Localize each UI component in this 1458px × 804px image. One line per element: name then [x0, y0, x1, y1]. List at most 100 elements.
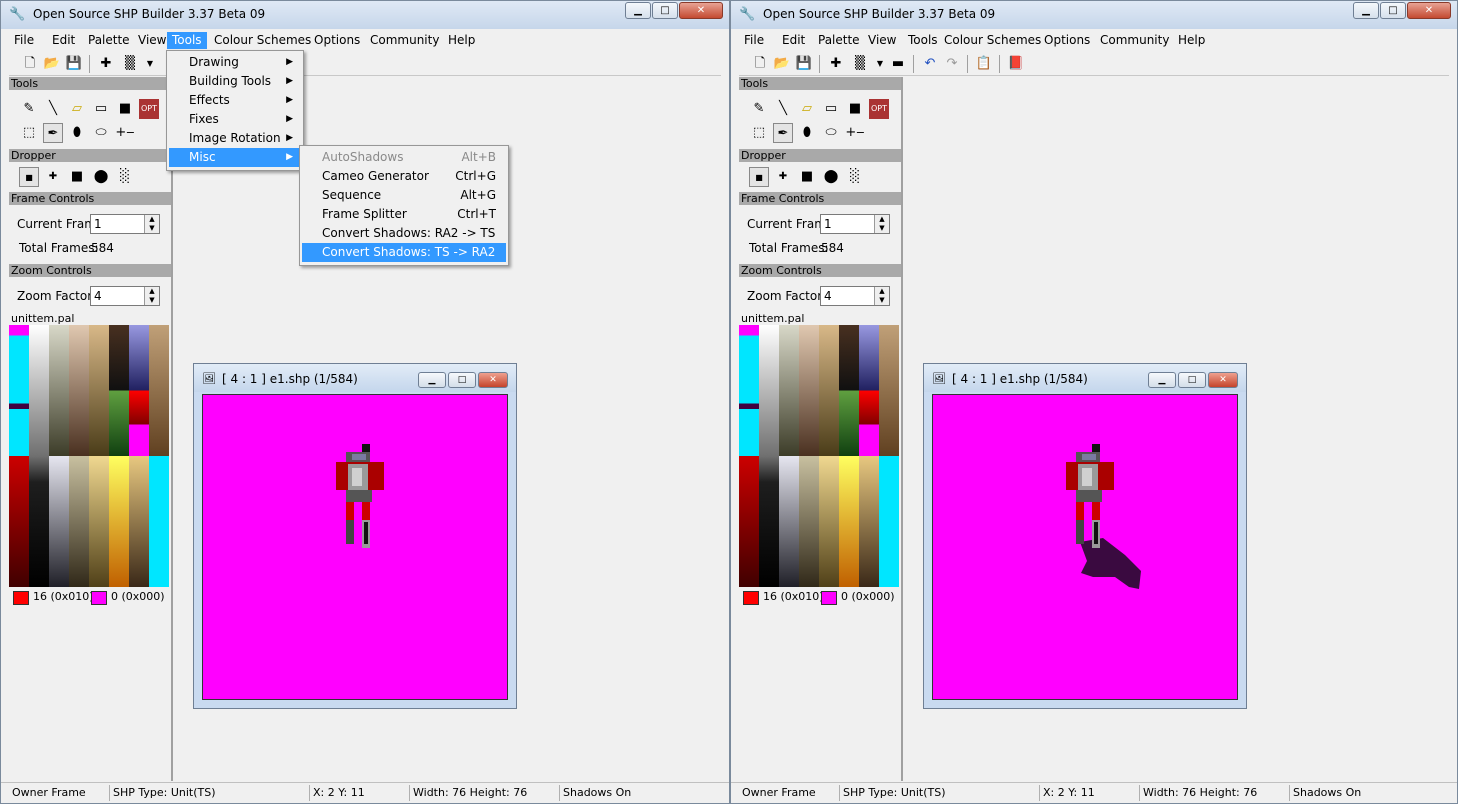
menu-help[interactable]: Help: [1173, 32, 1210, 49]
zoom-factor-spinner[interactable]: 4 ▲ ▼: [820, 286, 890, 306]
open-folder-icon[interactable]: 📂: [773, 55, 791, 73]
title-bar[interactable]: 🔧 Open Source SHP Builder 3.37 Beta 09 ▁…: [731, 1, 1457, 29]
eraser-tool-icon[interactable]: ▱: [67, 99, 87, 119]
menu-file[interactable]: File: [739, 32, 769, 49]
menu-tools[interactable]: Tools: [167, 32, 207, 49]
rectangle-tool-icon[interactable]: ▭: [91, 99, 111, 119]
dropper-tool-icon[interactable]: ✒: [773, 123, 793, 143]
help-book-icon[interactable]: 📕: [1007, 55, 1025, 73]
menu-help[interactable]: Help: [443, 32, 480, 49]
maximize-button[interactable]: □: [1380, 2, 1406, 19]
maximize-button[interactable]: □: [652, 2, 678, 19]
menu-item-convert-ts-to-ra2[interactable]: Convert Shadows: TS -> RA2: [302, 243, 506, 262]
menu-item-sequence[interactable]: Sequence Alt+G: [302, 186, 506, 205]
rectangle-tool-icon[interactable]: ▭: [821, 99, 841, 119]
primary-color-swatch[interactable]: [743, 591, 759, 605]
close-button[interactable]: ✕: [679, 2, 723, 19]
new-file-icon[interactable]: 🗋: [751, 55, 769, 73]
grid-icon[interactable]: ▒: [851, 55, 869, 73]
menu-view[interactable]: View: [863, 32, 901, 49]
fill-rect-tool-icon[interactable]: ■: [115, 99, 135, 119]
brush-size-icon[interactable]: +‒: [845, 123, 865, 143]
current-frame-spinner[interactable]: 1 ▲ ▼: [820, 214, 890, 234]
ellipse-tool-icon[interactable]: ⬭: [821, 123, 841, 143]
minimize-button[interactable]: ▁: [1353, 2, 1379, 19]
save-icon[interactable]: 💾: [65, 55, 83, 73]
child-close-button[interactable]: ✕: [1208, 372, 1238, 388]
menu-community[interactable]: Community: [1095, 32, 1174, 49]
menu-edit[interactable]: Edit: [777, 32, 810, 49]
brush-square-icon[interactable]: ■: [797, 167, 817, 187]
add-frame-icon[interactable]: ✚: [97, 55, 115, 73]
dropdown-arrow-icon[interactable]: ▼: [141, 55, 159, 73]
minimize-button[interactable]: ▁: [625, 2, 651, 19]
brush-1px-icon[interactable]: ■: [749, 167, 769, 187]
line-tool-icon[interactable]: ╲: [773, 99, 793, 119]
new-file-icon[interactable]: 🗋: [21, 55, 39, 73]
ellipse-tool-icon[interactable]: ⬭: [91, 123, 111, 143]
title-bar[interactable]: 🔧 Open Source SHP Builder 3.37 Beta 09 ▁…: [1, 1, 729, 29]
brush-plus-icon[interactable]: ✚: [773, 167, 793, 187]
flood-fill-tool-icon[interactable]: ⬮: [67, 123, 87, 143]
menu-item-fixes[interactable]: Fixes ▶: [169, 110, 301, 129]
menu-item-effects[interactable]: Effects ▶: [169, 91, 301, 110]
menu-item-frame-splitter[interactable]: Frame Splitter Ctrl+T: [302, 205, 506, 224]
child-title-bar[interactable]: 🖼 [ 4 : 1 ] e1.shp (1/584) ▁ □ ✕: [194, 364, 516, 392]
select-tool-icon[interactable]: ⬚: [19, 123, 39, 143]
menu-item-autoshadows[interactable]: AutoShadows Alt+B: [302, 148, 506, 167]
menu-palette[interactable]: Palette: [813, 32, 865, 49]
menu-palette[interactable]: Palette: [83, 32, 135, 49]
undo-icon[interactable]: ↶: [921, 55, 939, 73]
select-tool-icon[interactable]: ⬚: [749, 123, 769, 143]
menu-item-drawing[interactable]: Drawing ▶: [169, 53, 301, 72]
line-tool-icon[interactable]: ╲: [43, 99, 63, 119]
zoom-factor-value[interactable]: 4: [94, 289, 102, 303]
brush-plus-icon[interactable]: ✚: [43, 167, 63, 187]
add-frame-icon[interactable]: ✚: [827, 55, 845, 73]
zoom-factor-value[interactable]: 4: [824, 289, 832, 303]
brush-size-icon[interactable]: +‒: [115, 123, 135, 143]
menu-community[interactable]: Community: [365, 32, 444, 49]
child-minimize-button[interactable]: ▁: [1148, 372, 1176, 388]
menu-item-image-rotation[interactable]: Image Rotation ▶: [169, 129, 301, 148]
child-maximize-button[interactable]: □: [448, 372, 476, 388]
child-maximize-button[interactable]: □: [1178, 372, 1206, 388]
menu-item-cameo-generator[interactable]: Cameo Generator Ctrl+G: [302, 167, 506, 186]
flood-fill-tool-icon[interactable]: ⬮: [797, 123, 817, 143]
brush-square-icon[interactable]: ■: [67, 167, 87, 187]
secondary-color-swatch[interactable]: [821, 591, 837, 605]
dropdown-arrow-icon[interactable]: ▼: [871, 55, 889, 73]
brush-spray-icon[interactable]: ░: [845, 167, 865, 187]
opt-tool-icon[interactable]: OPT: [869, 99, 889, 119]
brush-round-icon[interactable]: ⬤: [821, 167, 841, 187]
current-frame-spinner[interactable]: 1 ▲ ▼: [90, 214, 160, 234]
properties-icon[interactable]: 📋: [975, 55, 993, 73]
pencil-tool-icon[interactable]: ✎: [749, 99, 769, 119]
child-minimize-button[interactable]: ▁: [418, 372, 446, 388]
current-frame-value[interactable]: 1: [94, 217, 102, 231]
menu-options[interactable]: Options: [1039, 32, 1095, 49]
menu-options[interactable]: Options: [309, 32, 365, 49]
save-icon[interactable]: 💾: [795, 55, 813, 73]
menu-edit[interactable]: Edit: [47, 32, 80, 49]
menu-colour-schemes[interactable]: Colour Schemes: [939, 32, 1046, 49]
open-folder-icon[interactable]: 📂: [43, 55, 61, 73]
primary-color-swatch[interactable]: [13, 591, 29, 605]
pencil-tool-icon[interactable]: ✎: [19, 99, 39, 119]
eraser-tool-icon[interactable]: ▱: [797, 99, 817, 119]
zoom-factor-spinner[interactable]: 4 ▲ ▼: [90, 286, 160, 306]
secondary-color-swatch[interactable]: [91, 591, 107, 605]
sprite-canvas[interactable]: [932, 394, 1238, 700]
fill-rect-tool-icon[interactable]: ■: [845, 99, 865, 119]
menu-item-building-tools[interactable]: Building Tools ▶: [169, 72, 301, 91]
sprite-canvas[interactable]: [202, 394, 508, 700]
grid-icon[interactable]: ▒: [121, 55, 139, 73]
redo-icon[interactable]: ↷: [943, 55, 961, 73]
current-frame-value[interactable]: 1: [824, 217, 832, 231]
menu-colour-schemes[interactable]: Colour Schemes: [209, 32, 316, 49]
child-title-bar[interactable]: 🖼 [ 4 : 1 ] e1.shp (1/584) ▁ □ ✕: [924, 364, 1246, 392]
opt-tool-icon[interactable]: OPT: [139, 99, 159, 119]
child-close-button[interactable]: ✕: [478, 372, 508, 388]
preview-icon[interactable]: ▬: [889, 55, 907, 73]
brush-1px-icon[interactable]: ■: [19, 167, 39, 187]
